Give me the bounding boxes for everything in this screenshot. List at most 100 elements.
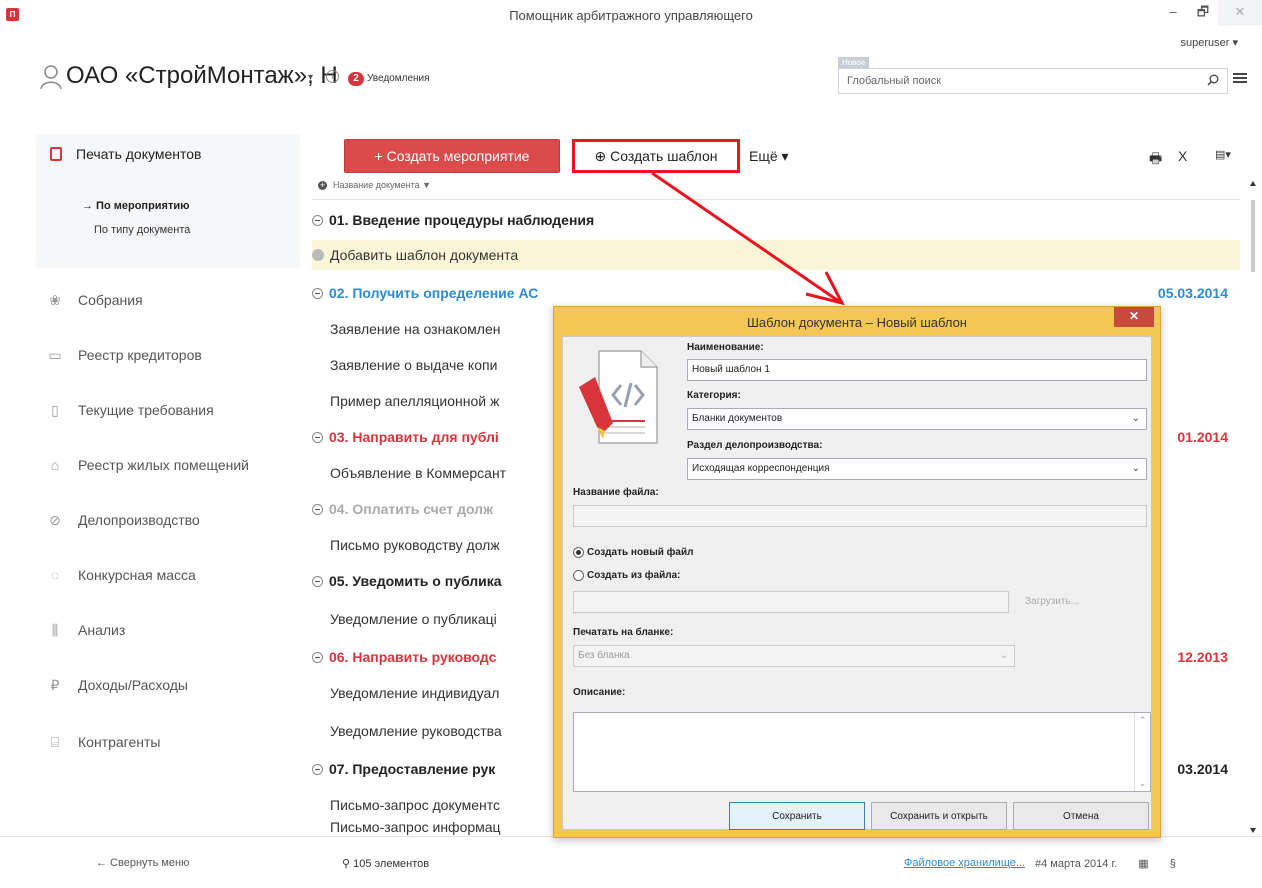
window-title: Помощник арбитражного управляющего <box>509 8 753 23</box>
user-menu[interactable]: superuser ▾ <box>1181 36 1239 49</box>
sidebar-item-label: Реестр жилых помещений <box>78 457 249 473</box>
dialog-close-button[interactable]: ✕ <box>1114 307 1154 327</box>
collapse-icon[interactable] <box>312 504 323 515</box>
group-title: 04. Оплатить счет долж <box>329 501 494 517</box>
group-title: 07. Предоставление рук <box>329 761 496 777</box>
search-icon[interactable] <box>1207 74 1219 86</box>
sidebar-item-label: Контрагенты <box>78 734 161 750</box>
notifications-link[interactable]: Уведомления <box>367 73 430 84</box>
group-title: 03. Направить для публі <box>329 429 499 445</box>
collapse-icon[interactable] <box>312 215 323 226</box>
window-controls: – 🗗 ✕ <box>1158 0 1262 26</box>
collapse-icon[interactable] <box>312 288 323 299</box>
cancel-button[interactable]: Отмена <box>1013 802 1149 830</box>
sidebar-item-label: Делопроизводство <box>78 512 200 528</box>
collapse-icon[interactable] <box>312 652 323 663</box>
sidebar-active-section: Печать документов → По мероприятию По ти… <box>36 134 300 268</box>
category-select[interactable]: Бланки документов ⌄ <box>687 408 1147 430</box>
sidebar-item-label: Анализ <box>78 622 126 638</box>
group-title: 02. Получить определение АС <box>329 285 539 301</box>
sidebar-item-income-expenses[interactable]: ₽ Доходы/Расходы <box>48 677 188 693</box>
radio-label: Создать из файла: <box>587 570 681 581</box>
item-count-label: 105 элементов <box>353 858 430 870</box>
collapse-menu-button[interactable]: ← Свернуть меню <box>96 857 189 869</box>
list-scrollbar[interactable] <box>1248 178 1258 838</box>
close-window-button[interactable]: ✕ <box>1218 0 1262 26</box>
sidebar-item-print-documents[interactable]: Печать документов <box>50 146 201 162</box>
expand-all-icon[interactable]: + <box>318 180 327 190</box>
description-scrollbar[interactable]: ⌃ ⌄ <box>1134 713 1150 791</box>
source-file-input[interactable] <box>573 591 1009 613</box>
chart-icon: ⫼ <box>51 622 59 638</box>
add-circle-icon <box>312 249 324 261</box>
sidebar-subitem-by-event[interactable]: → По мероприятию <box>82 200 190 212</box>
upload-button[interactable]: Загрузить... <box>1025 596 1079 607</box>
group-row[interactable]: 02. Получить определение АС 05.03.2014 <box>312 278 1240 308</box>
chevron-down-icon[interactable]: ▾ <box>308 72 313 83</box>
sidebar-item-analysis[interactable]: ⫼ Анализ <box>48 622 126 638</box>
column-header-doc-name[interactable]: + Название документа ▼ <box>318 180 431 190</box>
description-textarea[interactable]: ⌃ ⌄ <box>573 712 1151 792</box>
global-search <box>838 68 1228 94</box>
dialog-body: Наименование: Новый шаблон 1 Категория: … <box>562 336 1152 830</box>
group-row[interactable]: 01. Введение процедуры наблюдения <box>312 205 1240 235</box>
minimize-button[interactable]: – <box>1158 0 1188 26</box>
section-icon[interactable]: § <box>1170 858 1176 870</box>
filename-input[interactable] <box>573 505 1147 527</box>
sidebar-item-current-claims[interactable]: ▯ Текущие требования <box>48 402 214 418</box>
chevron-down-icon: ⌄ <box>999 650 1008 661</box>
building-icon: ⌸ <box>50 734 60 750</box>
sidebar-subitem-by-doc-type[interactable]: По типу документа <box>94 224 190 236</box>
more-menu-button[interactable]: Ещё ▾ <box>749 148 789 165</box>
group-title: 01. Введение процедуры наблюдения <box>329 212 595 228</box>
template-dialog: Шаблон документа – Новый шаблон ✕ Наимен… <box>553 306 1161 838</box>
collapse-icon[interactable] <box>312 764 323 775</box>
sidebar-item-counterparties[interactable]: ⌸ Контрагенты <box>48 734 161 750</box>
save-button[interactable]: Сохранить <box>729 802 865 830</box>
description-label: Описание: <box>573 687 626 698</box>
save-and-open-button[interactable]: Сохранить и открыть <box>871 802 1007 830</box>
sidebar-item-label: Собрания <box>78 292 143 308</box>
paperclip-icon: ⊘ <box>49 512 61 528</box>
sidebar-item-label: Конкурсная масса <box>78 567 196 583</box>
document-icon <box>50 147 62 161</box>
sidebar-item-creditors[interactable]: ▭ Реестр кредиторов <box>48 347 201 363</box>
registry-icon: ▭ <box>48 347 62 363</box>
column-header-label: Название документа ▼ <box>333 180 432 190</box>
sidebar-item-housing[interactable]: ⌂ Реестр жилых помещений <box>48 457 249 473</box>
add-template-row[interactable]: Добавить шаблон документа <box>312 240 1240 270</box>
print-icon[interactable]: 🖶 <box>1149 148 1162 172</box>
notification-count-badge[interactable]: 2 <box>348 72 364 86</box>
sidebar-item-label: Текущие требования <box>78 402 214 418</box>
create-new-file-radio[interactable]: Создать новый файл <box>573 547 693 558</box>
print-on-blank-select[interactable]: Без бланка ⌄ <box>573 645 1015 667</box>
export-icon[interactable]: ▤▾ <box>1215 148 1231 161</box>
file-storage-link[interactable]: Файловое хранилище... <box>904 857 1025 869</box>
meetings-icon: ❀ <box>49 292 61 308</box>
info-icon[interactable]: i <box>326 70 339 83</box>
sidebar-item-records[interactable]: ⊘ Делопроизводство <box>48 512 200 528</box>
footer-date: #4 марта 2014 г. ▦ § <box>1035 857 1176 870</box>
calculator-icon[interactable]: ▦ <box>1138 858 1148 870</box>
scrollbar-thumb[interactable] <box>1251 200 1255 272</box>
create-template-button[interactable]: ⊕ Создать шаблон <box>572 139 740 173</box>
footer-date-label: 4 марта 2014 г. <box>1041 858 1118 870</box>
name-label: Наименование: <box>687 342 764 353</box>
group-title: 06. Направить руководс <box>329 649 497 665</box>
excel-icon[interactable]: X <box>1178 148 1187 164</box>
create-from-file-radio[interactable]: Создать из файла: <box>573 570 681 581</box>
section-select[interactable]: Исходящая корреспонденция ⌄ <box>687 458 1147 480</box>
restore-button[interactable]: 🗗 <box>1188 0 1218 26</box>
hamburger-menu-icon[interactable] <box>1233 72 1247 84</box>
create-event-button[interactable]: + Создать мероприятие <box>344 139 560 173</box>
sidebar-item-meetings[interactable]: ❀ Собрания <box>48 292 143 308</box>
category-value: Бланки документов <box>692 413 783 424</box>
collapse-icon[interactable] <box>312 432 323 443</box>
collapse-icon[interactable] <box>312 576 323 587</box>
sidebar-item-label: Доходы/Расходы <box>78 677 188 693</box>
name-input[interactable]: Новый шаблон 1 <box>687 359 1147 381</box>
item-count: ⚲ 105 элементов <box>342 857 429 870</box>
global-search-input[interactable] <box>839 69 1179 93</box>
sidebar-item-estate[interactable]: ◌ Конкурсная масса <box>48 567 196 583</box>
company-title[interactable]: ОАО «СтройМонтаж», Н <box>66 62 338 90</box>
